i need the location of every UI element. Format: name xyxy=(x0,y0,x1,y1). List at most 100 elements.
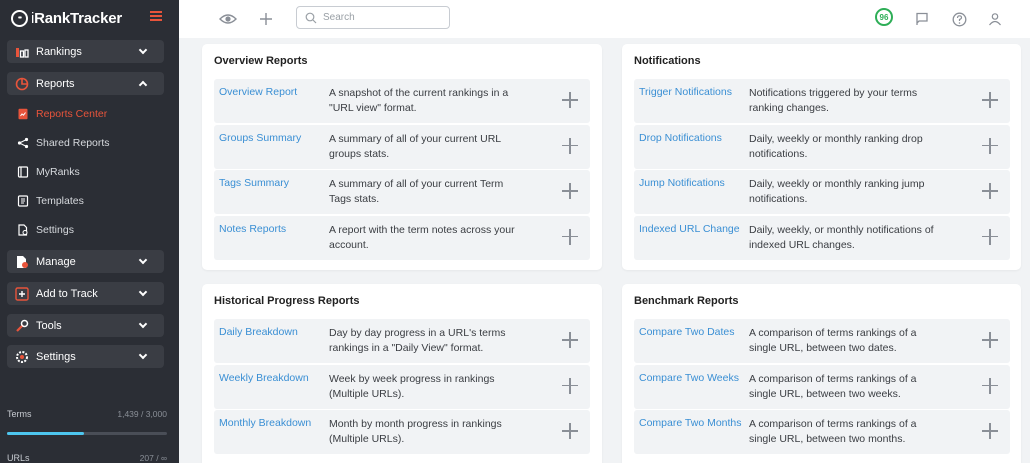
nav-rankings[interactable]: Rankings xyxy=(7,40,164,63)
chevron-down-icon xyxy=(138,287,148,297)
sidebar: •• iRankTracker Rankings Reports Reports… xyxy=(0,0,179,463)
nav-myranks[interactable]: MyRanks xyxy=(7,161,164,183)
add-report-plus-icon[interactable] xyxy=(982,137,998,154)
report-link[interactable]: Compare Two Dates xyxy=(639,326,735,338)
report-row: Weekly Breakdown Week by week progress in… xyxy=(214,364,590,409)
report-description: Daily, weekly or monthly ranking drop no… xyxy=(749,132,923,160)
book-icon xyxy=(17,166,29,178)
logo-icon: •• xyxy=(11,9,28,27)
urls-value: 207 / ∞ xyxy=(139,453,167,463)
report-link[interactable]: Overview Report xyxy=(219,86,297,98)
card-title: Historical Progress Reports xyxy=(214,295,360,307)
terms-label: Terms xyxy=(7,409,32,419)
report-description: A comparison of terms rankings of a sing… xyxy=(749,418,917,445)
chevron-down-icon xyxy=(138,45,148,55)
report-link[interactable]: Indexed URL Change xyxy=(639,223,740,235)
report-description: Month by month progress in rankings (Mul… xyxy=(329,418,502,445)
report-row: Monthly Breakdown Month by month progress… xyxy=(214,410,590,454)
add-report-plus-icon[interactable] xyxy=(982,183,998,199)
urls-label: URLs xyxy=(7,453,30,463)
search-icon xyxy=(305,12,317,24)
add-report-plus-icon[interactable] xyxy=(982,377,998,394)
report-link[interactable]: Drop Notifications xyxy=(639,132,722,144)
report-link[interactable]: Compare Two Weeks xyxy=(639,372,739,384)
report-link[interactable]: Weekly Breakdown xyxy=(219,372,309,384)
flag-icon[interactable] xyxy=(913,10,931,28)
add-report-plus-icon[interactable] xyxy=(562,228,578,245)
report-row: Trigger Notifications Notifications trigg… xyxy=(634,79,1010,123)
nav-settings[interactable]: Settings xyxy=(7,345,164,368)
notifications-card: Notifications Trigger Notifications Notifi… xyxy=(622,44,1021,270)
urls-usage: URLs 207 / ∞ xyxy=(7,453,167,463)
report-row: Drop Notifications Daily, weekly or month… xyxy=(634,124,1010,169)
search-box[interactable] xyxy=(296,6,450,29)
nav-tools[interactable]: Tools xyxy=(7,314,164,337)
report-row: Compare Two Months A comparison of terms … xyxy=(634,410,1010,454)
report-row: Compare Two Dates A comparison of terms r… xyxy=(634,319,1010,363)
hamburger-menu-icon[interactable] xyxy=(150,11,162,21)
file-settings-icon xyxy=(17,224,29,236)
add-box-icon xyxy=(15,286,29,301)
report-link[interactable]: Jump Notifications xyxy=(639,177,725,189)
tools-icon xyxy=(15,319,29,333)
nav-reports[interactable]: Reports xyxy=(7,72,164,95)
terms-progress-fill xyxy=(7,432,84,435)
report-description: Week by week progress in rankings (Multi… xyxy=(329,372,495,400)
add-report-plus-icon[interactable] xyxy=(562,332,578,348)
report-description: A summary of all of your current URL gro… xyxy=(329,132,501,160)
search-input[interactable] xyxy=(323,12,433,23)
plus-icon[interactable] xyxy=(257,10,275,28)
add-report-plus-icon[interactable] xyxy=(982,332,998,348)
report-link[interactable]: Tags Summary xyxy=(219,177,289,189)
report-row: Notes Reports A report with the term note… xyxy=(214,215,590,260)
add-report-plus-icon[interactable] xyxy=(982,423,998,439)
nav-shared-reports[interactable]: Shared Reports xyxy=(7,132,164,154)
topbar: 96 xyxy=(179,0,1030,38)
add-report-plus-icon[interactable] xyxy=(562,183,578,199)
report-row: Overview Report A snapshot of the current… xyxy=(214,79,590,123)
nav-settings-sub[interactable]: Settings xyxy=(7,219,164,241)
add-report-plus-icon[interactable] xyxy=(562,377,578,394)
report-row: Jump Notifications Daily, weekly or month… xyxy=(634,170,1010,214)
report-row: Compare Two Weeks A comparison of terms r… xyxy=(634,364,1010,409)
card-title: Notifications xyxy=(634,55,701,67)
bar-chart-icon xyxy=(15,45,29,59)
report-description: A comparison of terms rankings of a sing… xyxy=(749,327,917,354)
nav-manage[interactable]: Manage xyxy=(7,250,164,273)
nav-templates[interactable]: Templates xyxy=(7,190,164,212)
add-report-plus-icon[interactable] xyxy=(562,423,578,439)
gear-icon xyxy=(15,350,29,364)
score-badge[interactable]: 96 xyxy=(875,8,893,26)
help-icon[interactable] xyxy=(950,10,968,28)
report-description: Daily, weekly or monthly ranking jump no… xyxy=(749,178,925,205)
report-row: Daily Breakdown Day by day progress in a … xyxy=(214,319,590,363)
eye-icon[interactable] xyxy=(219,10,237,28)
report-description: Day by day progress in a URL's terms ran… xyxy=(329,327,506,354)
report-row: Tags Summary A summary of all of your cur… xyxy=(214,170,590,214)
overview-reports-card: Overview Reports Overview Report A snapsho… xyxy=(202,44,602,270)
add-report-plus-icon[interactable] xyxy=(982,92,998,108)
report-link[interactable]: Groups Summary xyxy=(219,132,301,144)
add-report-plus-icon[interactable] xyxy=(982,228,998,245)
report-description: A report with the term notes across your… xyxy=(329,223,515,251)
user-icon[interactable] xyxy=(986,10,1004,28)
chevron-down-icon xyxy=(138,319,148,329)
report-row: Indexed URL Change Daily, weekly, or mont… xyxy=(634,215,1010,260)
report-link[interactable]: Compare Two Months xyxy=(639,417,742,429)
share-icon xyxy=(17,137,29,149)
report-link[interactable]: Trigger Notifications xyxy=(639,86,732,98)
add-report-plus-icon[interactable] xyxy=(562,137,578,154)
add-report-plus-icon[interactable] xyxy=(562,92,578,108)
terms-value: 1,439 / 3,000 xyxy=(117,409,167,419)
report-link[interactable]: Notes Reports xyxy=(219,223,286,235)
nav-add-to-track[interactable]: Add to Track xyxy=(7,282,164,305)
report-link[interactable]: Daily Breakdown xyxy=(219,326,298,338)
pie-chart-icon xyxy=(15,77,29,91)
report-description: Daily, weekly, or monthly notifications … xyxy=(749,223,934,251)
report-file-icon xyxy=(17,108,29,120)
logo-text: iRankTracker xyxy=(31,9,122,27)
report-link[interactable]: Monthly Breakdown xyxy=(219,417,311,429)
report-row: Groups Summary A summary of all of your c… xyxy=(214,124,590,169)
nav-reports-center[interactable]: Reports Center xyxy=(7,103,164,125)
terms-progress-bar xyxy=(7,432,167,435)
